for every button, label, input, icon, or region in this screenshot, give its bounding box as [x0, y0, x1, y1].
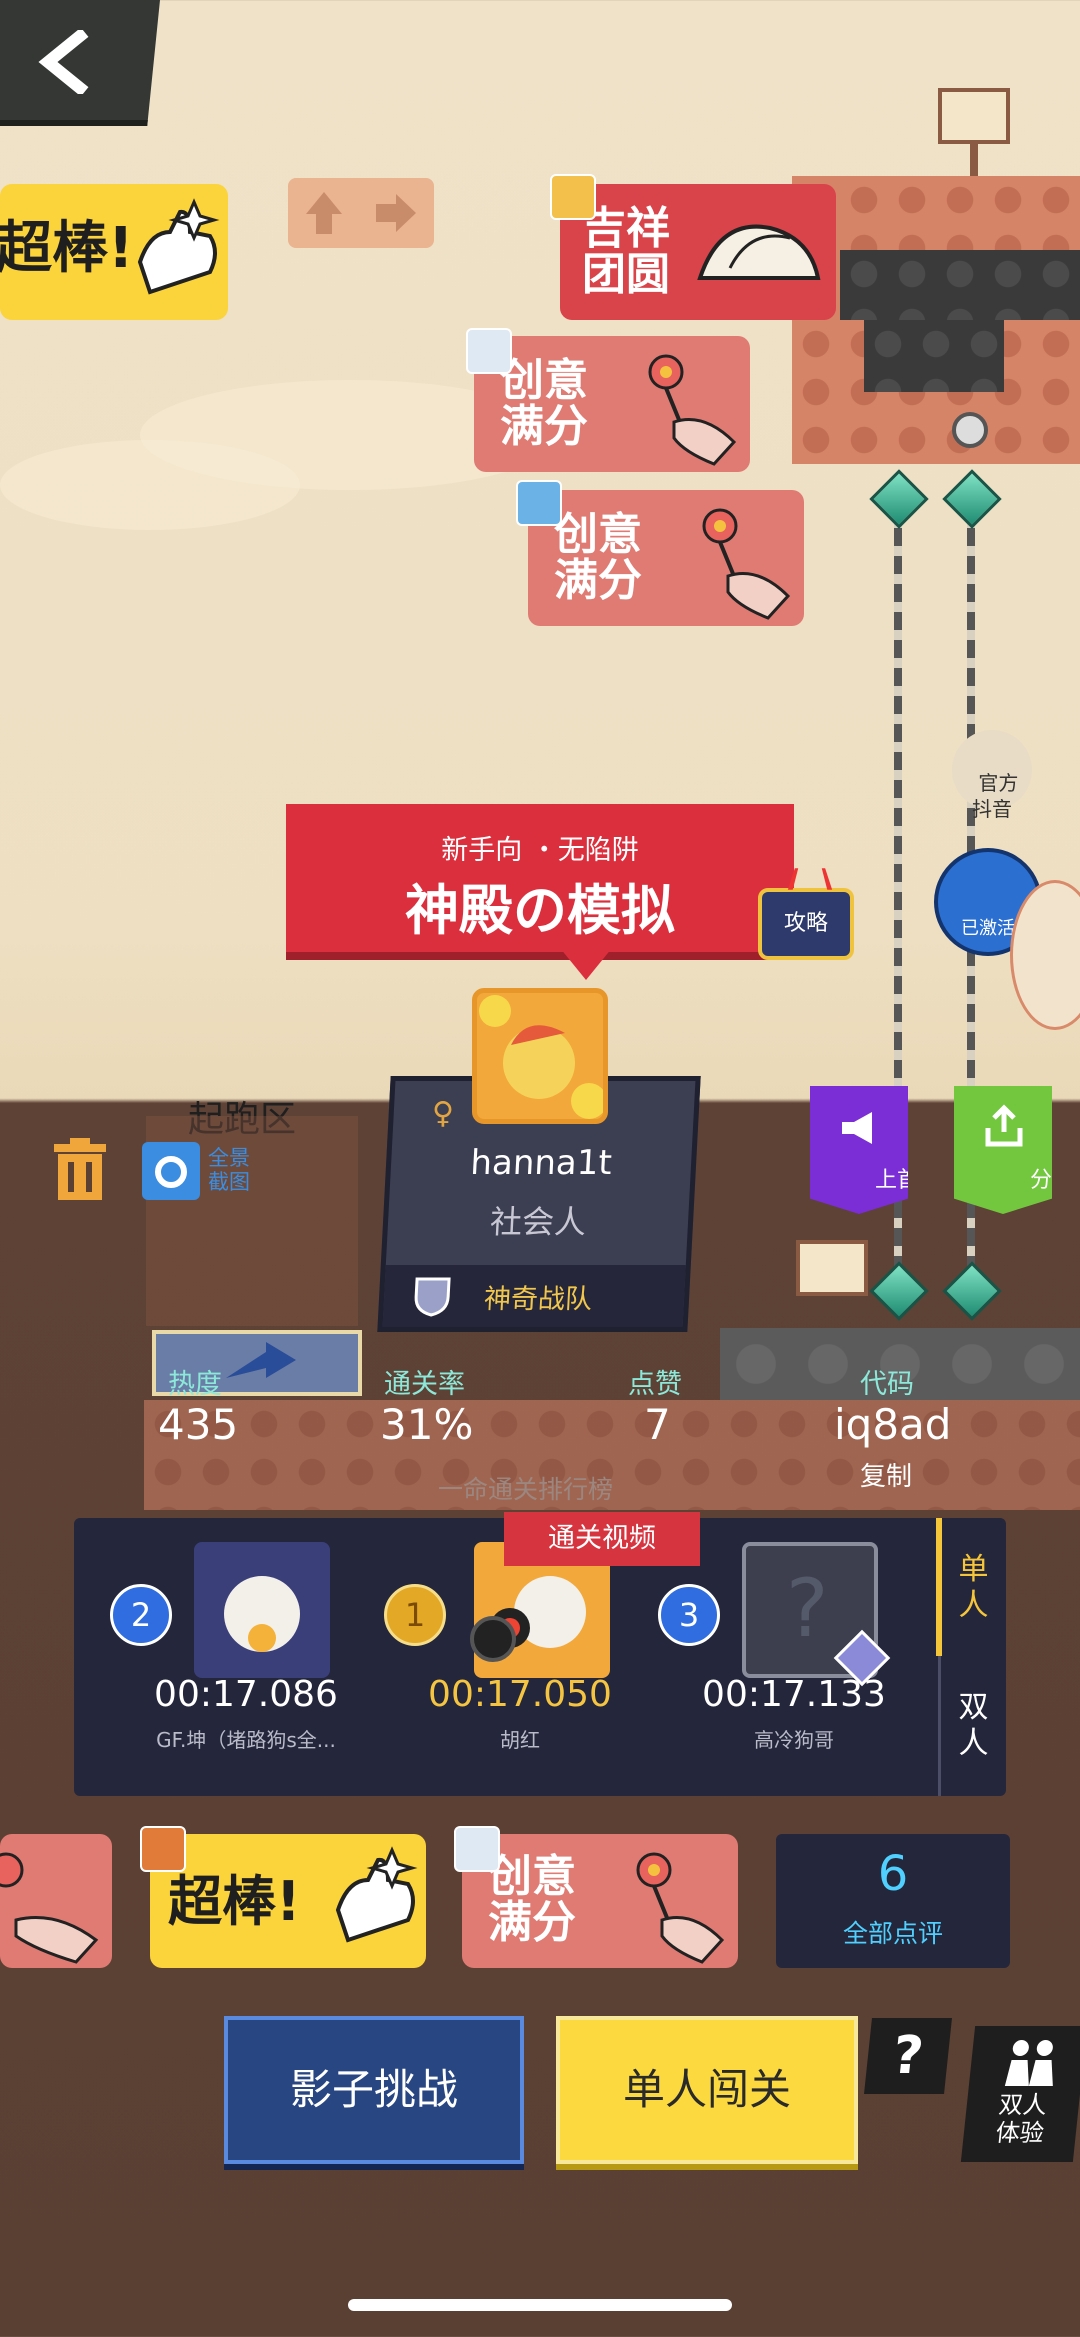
creative-sticker	[0, 1834, 112, 1968]
homepage-button[interactable]: 上首页	[810, 1086, 908, 1214]
great-sticker: 超棒!	[150, 1834, 426, 1968]
homepage-label: 上首页	[874, 1168, 941, 1193]
avatar	[140, 1826, 186, 1872]
clear-time: 00:17.050	[428, 1674, 612, 1715]
dark-block	[864, 320, 1004, 392]
gem-icon	[942, 1261, 1002, 1321]
likes-label: 点赞	[628, 1369, 682, 1400]
guide-label: 攻略	[783, 911, 828, 936]
minus-icon	[952, 412, 988, 448]
clear-video-tag[interactable]: 通关视频	[504, 1512, 700, 1566]
chevron-left-icon	[38, 30, 89, 94]
thumbs-up-icon	[137, 198, 220, 295]
banner-tail	[560, 948, 612, 980]
tv-icon	[787, 868, 833, 890]
tab-single[interactable]: 单 人	[941, 1552, 1006, 1624]
player-name: 高冷狗哥	[754, 1728, 834, 1752]
rank-badge: 3	[658, 1584, 720, 1646]
flower-icon	[702, 508, 791, 620]
gem-icon	[942, 469, 1002, 529]
author-title: 社会人	[489, 1203, 588, 1241]
sign-board	[796, 1240, 868, 1296]
code-label: 代码	[860, 1369, 914, 1400]
player-name: 胡红	[500, 1728, 540, 1752]
heat-value: 435	[158, 1400, 239, 1449]
review-count: 6	[877, 1846, 909, 1902]
player-avatar[interactable]	[194, 1542, 330, 1678]
help-button[interactable]: ?	[864, 2018, 952, 2094]
tab-double[interactable]: 双 人	[941, 1690, 1006, 1762]
gem-icon	[869, 469, 929, 529]
thumbs-up-icon	[335, 1846, 418, 1943]
back-button[interactable]	[0, 0, 160, 126]
level-tags: 新手向 ・无陷阱	[441, 835, 639, 866]
creative-sticker: 创意 满分	[528, 490, 804, 626]
guide-button[interactable]: 攻略	[758, 868, 854, 960]
cloud	[0, 440, 300, 530]
team-name: 神奇战队	[483, 1284, 593, 1315]
copy-button[interactable]: 复制	[860, 1456, 912, 1493]
dark-block	[840, 250, 1080, 320]
review-label: 全部点评	[842, 1919, 943, 1948]
gender-icon: ♀	[432, 1096, 454, 1131]
share-label: 分享	[1029, 1168, 1074, 1193]
camera-icon[interactable]	[142, 1142, 200, 1200]
flower-icon	[648, 354, 737, 466]
arrow-blocks	[288, 178, 434, 248]
single-play-button[interactable]: 单人闯关	[556, 2016, 858, 2164]
rank-badge: 2	[110, 1584, 172, 1646]
avatar	[516, 480, 562, 526]
home-indicator[interactable]	[348, 2299, 732, 2311]
creative-sticker: 创意 满分	[462, 1834, 738, 1968]
player-name: GF.坤（堵路狗s全...	[156, 1728, 336, 1752]
all-reviews-button[interactable]: 6 全部点评	[776, 1834, 1010, 1968]
duo-experience-button[interactable]: 双人 体验	[960, 2026, 1080, 2162]
avatar	[454, 1826, 500, 1872]
clear-rate-value: 31%	[380, 1400, 474, 1449]
rank-badge: 1	[384, 1584, 446, 1646]
video-icon[interactable]	[470, 1616, 516, 1662]
creative-sticker: 创意 满分	[474, 336, 750, 472]
leaderboard-tabs: 单 人 双 人	[936, 1518, 1006, 1796]
leaderboard-title: 一命通关排行榜	[438, 1475, 614, 1504]
megaphone-icon	[842, 1112, 872, 1144]
avatar	[466, 328, 512, 374]
flower-icon	[636, 1852, 725, 1964]
gem-icon	[869, 1261, 929, 1321]
shadow-challenge-button[interactable]: 影子挑战	[224, 2016, 524, 2164]
great-sticker: 超棒!	[0, 184, 228, 320]
author-avatar[interactable]	[472, 988, 608, 1124]
trash-icon[interactable]	[52, 1138, 108, 1200]
official-label: 官方 抖音	[972, 771, 1019, 821]
sign-post	[970, 144, 978, 180]
duo-label: 双人 体验	[994, 2091, 1049, 2147]
share-icon	[985, 1104, 1023, 1147]
level-name: 神殿の模拟	[405, 879, 675, 942]
panorama-screenshot-label[interactable]: 全景 截图	[208, 1146, 250, 1194]
level-title-banner: 新手向 ・无陷阱 神殿の模拟	[286, 804, 794, 952]
author-name: hanna1t	[469, 1143, 613, 1183]
share-button[interactable]: 分享	[954, 1086, 1052, 1214]
flower-icon	[0, 1852, 99, 1964]
two-people-icon	[1004, 2040, 1053, 2086]
dumpling-icon	[697, 224, 821, 280]
team-bar: 神奇战队	[382, 1265, 686, 1327]
clear-rate-label: 通关率	[384, 1369, 465, 1400]
team-shield-icon	[414, 1277, 451, 1317]
likes-value: 7	[644, 1400, 671, 1449]
svg-text:?: ?	[786, 1562, 828, 1655]
sign-board	[938, 88, 1010, 144]
avatar	[550, 174, 596, 220]
lucky-sticker: 吉祥 团圆	[560, 184, 836, 320]
official-douyin-button[interactable]: 官方 抖音	[952, 730, 1032, 821]
clear-time: 00:17.133	[702, 1674, 886, 1715]
code-value: iq8ad	[834, 1400, 952, 1449]
heat-label: 热度	[168, 1369, 222, 1400]
clear-time: 00:17.086	[154, 1674, 338, 1715]
